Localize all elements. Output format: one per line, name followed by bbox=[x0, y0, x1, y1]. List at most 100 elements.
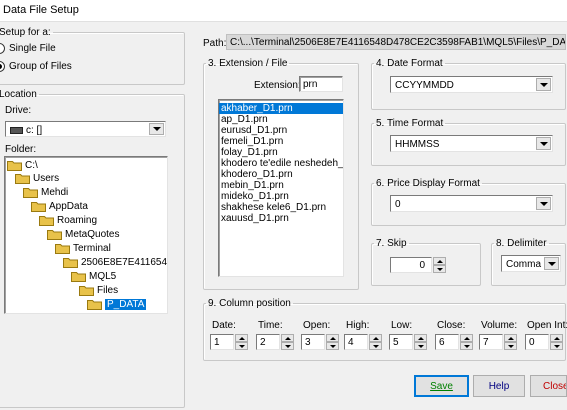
extension-value: prn bbox=[303, 79, 318, 90]
skip-stepper[interactable]: 0 bbox=[390, 257, 446, 273]
column-openint-stepper[interactable]: 0 bbox=[525, 334, 563, 350]
spin-down-icon[interactable] bbox=[550, 342, 563, 350]
drive-select[interactable]: c: [] bbox=[5, 121, 166, 137]
folder-tree-node[interactable]: P_DATA bbox=[87, 298, 147, 311]
file-list-item[interactable]: femeli_D1.prn bbox=[219, 136, 343, 147]
chevron-down-icon[interactable] bbox=[536, 197, 551, 210]
single-file-radio[interactable]: Single File bbox=[0, 43, 56, 54]
spin-up-icon[interactable] bbox=[369, 334, 382, 342]
chevron-down-icon[interactable] bbox=[536, 137, 551, 150]
spin-down-icon[interactable] bbox=[504, 342, 517, 350]
time-format-value: HHMMSS bbox=[395, 139, 440, 150]
folder-tree-node[interactable]: Mehdi bbox=[23, 186, 68, 199]
column-value[interactable]: 1 bbox=[210, 334, 234, 350]
column-low-label: Low: bbox=[391, 320, 413, 331]
date-format-value: CCYYMMDD bbox=[395, 80, 454, 91]
spin-up-icon[interactable] bbox=[460, 334, 473, 342]
price-format-legend: 6. Price Display Format bbox=[376, 178, 480, 189]
column-value[interactable]: 7 bbox=[479, 334, 503, 350]
column-low-stepper[interactable]: 5 bbox=[389, 334, 427, 350]
column-value[interactable]: 5 bbox=[389, 334, 413, 350]
save-button[interactable]: Save bbox=[414, 375, 469, 397]
file-list-item[interactable]: folay_D1.prn bbox=[219, 147, 343, 158]
spin-down-icon[interactable] bbox=[326, 342, 339, 350]
folder-label: Folder: bbox=[5, 144, 37, 155]
spin-up-icon[interactable] bbox=[414, 334, 427, 342]
spin-up-icon[interactable] bbox=[550, 334, 563, 342]
help-button[interactable]: Help bbox=[473, 375, 525, 397]
date-format-select[interactable]: CCYYMMDD bbox=[390, 76, 553, 93]
column-value[interactable]: 0 bbox=[525, 334, 549, 350]
file-list-item[interactable]: akhaber_D1.prn bbox=[219, 103, 343, 114]
file-list-item[interactable]: mideko_D1.prn bbox=[219, 191, 343, 202]
extension-label: Extension: bbox=[254, 80, 301, 91]
column-openint-label: Open Int: bbox=[527, 320, 567, 331]
column-value[interactable]: 3 bbox=[301, 334, 325, 350]
folder-tree-node[interactable]: Files bbox=[79, 284, 118, 297]
spin-down-icon[interactable] bbox=[433, 265, 446, 273]
file-list-item[interactable]: mebin_D1.prn bbox=[219, 180, 343, 191]
folder-tree-label: MQL5 bbox=[89, 271, 117, 282]
save-label: Save bbox=[430, 380, 453, 392]
file-list-item[interactable]: khodero te'edile neshedeh_ bbox=[219, 158, 343, 169]
folder-tree-node[interactable]: AppData bbox=[31, 200, 88, 213]
file-list-item[interactable]: ap_D1.prn bbox=[219, 114, 343, 125]
folder-tree-node[interactable]: 2506E8E7E4116548D478CE bbox=[63, 256, 167, 269]
chevron-down-icon[interactable] bbox=[536, 78, 551, 91]
folder-open-icon bbox=[23, 187, 38, 198]
drive-label: Drive: bbox=[5, 105, 32, 116]
file-list-item[interactable]: shakhese kele6_D1.prn bbox=[219, 202, 343, 213]
spin-down-icon[interactable] bbox=[369, 342, 382, 350]
delimiter-select[interactable]: Comma bbox=[501, 255, 561, 272]
folder-tree-node[interactable]: MQL5 bbox=[71, 270, 116, 283]
folder-tree-node[interactable]: C:\ bbox=[7, 159, 38, 172]
setup-legend: Setup for a: bbox=[0, 27, 51, 38]
chevron-down-icon[interactable] bbox=[544, 257, 559, 270]
window-title: Data File Setup bbox=[3, 4, 79, 16]
folder-open-icon bbox=[31, 201, 46, 212]
column-value[interactable]: 6 bbox=[435, 334, 459, 350]
column-time-stepper[interactable]: 2 bbox=[256, 334, 294, 350]
close-button[interactable]: Close bbox=[530, 375, 567, 397]
price-format-value: 0 bbox=[395, 199, 401, 210]
file-list-item[interactable]: xauusd_D1.prn bbox=[219, 213, 343, 224]
spin-up-icon[interactable] bbox=[281, 334, 294, 342]
spin-up-icon[interactable] bbox=[504, 334, 517, 342]
folder-open-icon bbox=[7, 160, 22, 171]
file-list-item[interactable]: eurusd_D1.prn bbox=[219, 125, 343, 136]
folder-tree-node[interactable]: Terminal bbox=[55, 242, 111, 255]
spin-up-icon[interactable] bbox=[235, 334, 248, 342]
skip-value[interactable]: 0 bbox=[390, 257, 432, 273]
folder-open-icon bbox=[55, 243, 70, 254]
spin-up-icon[interactable] bbox=[433, 257, 446, 265]
price-format-select[interactable]: 0 bbox=[390, 195, 553, 212]
column-volume-stepper[interactable]: 7 bbox=[479, 334, 517, 350]
column-open-stepper[interactable]: 3 bbox=[301, 334, 339, 350]
file-list[interactable]: akhaber_D1.prn ap_D1.prn eurusd_D1.prn feme… bbox=[218, 99, 344, 277]
folder-tree[interactable]: C:\ Users Mehdi AppData Roaming MetaQuotes Ter… bbox=[4, 156, 168, 314]
radio-icon bbox=[0, 43, 5, 54]
column-high-stepper[interactable]: 4 bbox=[344, 334, 382, 350]
group-of-files-radio[interactable]: Group of Files bbox=[0, 61, 72, 72]
window-title-bar[interactable]: Data File Setup bbox=[0, 0, 567, 22]
spin-down-icon[interactable] bbox=[460, 342, 473, 350]
folder-open-icon bbox=[71, 271, 86, 282]
extension-input[interactable]: prn bbox=[299, 76, 343, 92]
column-close-stepper[interactable]: 6 bbox=[435, 334, 473, 350]
spin-up-icon[interactable] bbox=[326, 334, 339, 342]
spin-down-icon[interactable] bbox=[281, 342, 294, 350]
column-date-stepper[interactable]: 1 bbox=[210, 334, 248, 350]
column-date-label: Date: bbox=[212, 320, 236, 331]
chevron-down-icon[interactable] bbox=[149, 123, 164, 135]
folder-tree-node[interactable]: Users bbox=[15, 172, 59, 185]
spin-down-icon[interactable] bbox=[235, 342, 248, 350]
folder-open-icon bbox=[63, 257, 78, 268]
folder-tree-node[interactable]: MetaQuotes bbox=[47, 228, 119, 241]
folder-tree-node[interactable]: Roaming bbox=[39, 214, 97, 227]
column-close-label: Close: bbox=[437, 320, 466, 331]
time-format-select[interactable]: HHMMSS bbox=[390, 135, 553, 152]
file-list-item[interactable]: khodero_D1.prn bbox=[219, 169, 343, 180]
column-value[interactable]: 2 bbox=[256, 334, 280, 350]
column-value[interactable]: 4 bbox=[344, 334, 368, 350]
spin-down-icon[interactable] bbox=[414, 342, 427, 350]
